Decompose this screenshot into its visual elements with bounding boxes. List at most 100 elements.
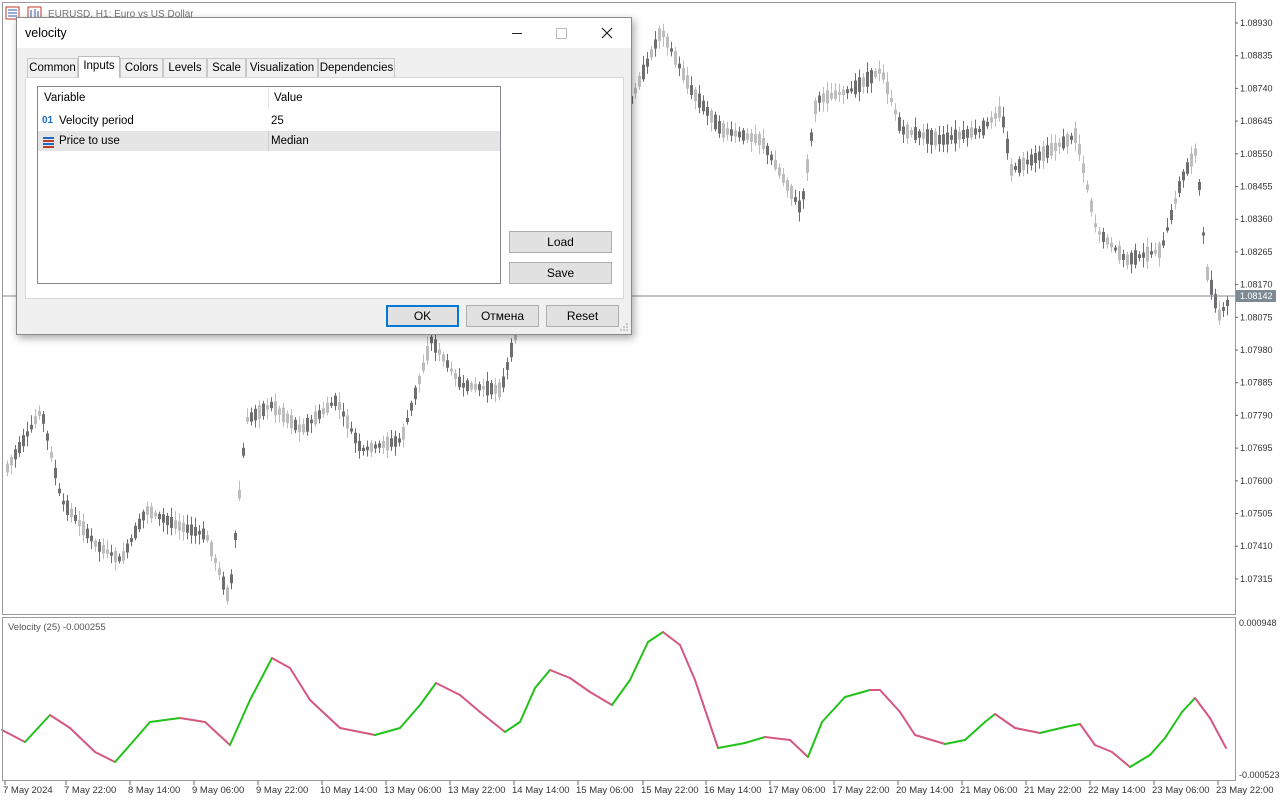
- candle-body: [282, 407, 285, 423]
- candle-body: [142, 511, 145, 521]
- time-axis-label: 21 May 06:00: [960, 785, 1018, 796]
- candle-body: [122, 551, 125, 561]
- param-row[interactable]: Price to use Median: [38, 131, 500, 151]
- candle-body: [6, 463, 9, 473]
- tab-visualization[interactable]: Visualization: [246, 58, 318, 77]
- time-axis-label: 8 May 14:00: [128, 785, 180, 796]
- candle-body: [482, 386, 485, 390]
- candle-body: [1170, 210, 1173, 220]
- candle-body: [98, 541, 101, 552]
- ok-button[interactable]: OK: [386, 305, 459, 327]
- candle-body: [958, 131, 961, 140]
- dialog-titlebar[interactable]: velocity: [17, 18, 631, 48]
- time-axis-label: 7 May 22:00: [64, 785, 116, 796]
- candle-body: [638, 75, 641, 87]
- time-axis-label: 14 May 14:00: [512, 785, 570, 796]
- candle-body: [1054, 142, 1057, 152]
- candle-body: [250, 412, 253, 422]
- int-param-icon: 01: [42, 115, 54, 126]
- candle-body: [66, 500, 69, 515]
- inputs-grid: Variable Value 01 Velocity period 25 Pri…: [37, 86, 501, 284]
- candle-body: [778, 167, 781, 176]
- indicator-properties-dialog: velocity Common Inputs Colors Levels Sca…: [16, 17, 632, 335]
- cancel-button[interactable]: Отмена: [466, 305, 539, 327]
- time-axis-label: 15 May 06:00: [576, 785, 634, 796]
- candle-body: [878, 68, 881, 74]
- price-axis-label: 1.08170: [1240, 280, 1273, 290]
- candle-body: [850, 88, 853, 92]
- param-row[interactable]: 01 Velocity period 25: [38, 111, 500, 131]
- candle-body: [718, 121, 721, 134]
- candle-body: [682, 67, 685, 81]
- minimize-icon: [512, 32, 522, 34]
- grid-header-value[interactable]: Value: [269, 87, 500, 109]
- candle-body: [210, 541, 213, 557]
- time-axis-label: 22 May 14:00: [1088, 785, 1146, 796]
- candle-body: [750, 133, 753, 142]
- candle-body: [426, 346, 429, 361]
- minimize-button[interactable]: [495, 18, 539, 48]
- tab-levels[interactable]: Levels: [163, 58, 207, 77]
- candle-body: [842, 89, 845, 95]
- candle-body: [306, 418, 309, 432]
- tab-common[interactable]: Common: [27, 58, 78, 77]
- candle-body: [438, 349, 441, 355]
- candle-body: [722, 123, 725, 138]
- candle-body: [262, 403, 265, 417]
- save-button[interactable]: Save: [509, 262, 612, 284]
- candle-body: [674, 51, 677, 65]
- candle-body: [1010, 164, 1013, 176]
- candle-body: [218, 568, 221, 576]
- candle-body: [146, 506, 149, 515]
- candle-body: [1074, 128, 1077, 143]
- candle-body: [26, 431, 29, 437]
- candle-body: [1050, 142, 1053, 156]
- param-value[interactable]: 25: [271, 111, 284, 131]
- load-button[interactable]: Load: [509, 231, 612, 253]
- candle-body: [470, 382, 473, 390]
- candle-body: [278, 408, 281, 415]
- resize-grip-icon[interactable]: [619, 322, 629, 332]
- candle-body: [1114, 247, 1117, 251]
- tab-dependencies[interactable]: Dependencies: [318, 58, 395, 77]
- candle-body: [106, 549, 109, 554]
- candle-body: [1122, 254, 1125, 260]
- inputs-panel: Variable Value 01 Velocity period 25 Pri…: [25, 77, 624, 299]
- candle-body: [178, 521, 181, 531]
- candle-body: [862, 77, 865, 87]
- candle-body: [1106, 237, 1109, 245]
- candle-body: [118, 556, 121, 562]
- candle-body: [322, 408, 325, 415]
- candle-body: [254, 408, 257, 421]
- close-button[interactable]: [585, 18, 629, 48]
- price-axis-label: 1.08360: [1240, 214, 1273, 224]
- candle-body: [1070, 135, 1073, 141]
- candle-body: [290, 415, 293, 429]
- candle-body: [702, 100, 705, 112]
- candle-body: [690, 85, 693, 95]
- tab-colors[interactable]: Colors: [120, 58, 163, 77]
- candle-body: [654, 39, 657, 49]
- candle-body: [1186, 162, 1189, 174]
- candle-body: [1222, 307, 1225, 311]
- candle-body: [502, 376, 505, 388]
- candle-body: [126, 543, 129, 553]
- grid-header-variable[interactable]: Variable: [38, 87, 269, 109]
- candle-body: [678, 63, 681, 69]
- tab-scale[interactable]: Scale: [207, 58, 246, 77]
- candle-body: [658, 28, 661, 41]
- candle-body: [114, 550, 117, 562]
- candle-body: [454, 373, 457, 379]
- candle-body: [742, 130, 745, 141]
- candle-body: [46, 433, 49, 441]
- candle-body: [1014, 166, 1017, 170]
- candle-body: [170, 517, 173, 528]
- candle-body: [30, 424, 33, 430]
- reset-button[interactable]: Reset: [546, 305, 619, 327]
- tab-inputs[interactable]: Inputs: [78, 56, 120, 78]
- candle-body: [766, 145, 769, 156]
- candle-body: [946, 132, 949, 145]
- candle-body: [962, 129, 965, 140]
- candle-body: [450, 368, 453, 372]
- param-value[interactable]: Median: [271, 131, 309, 151]
